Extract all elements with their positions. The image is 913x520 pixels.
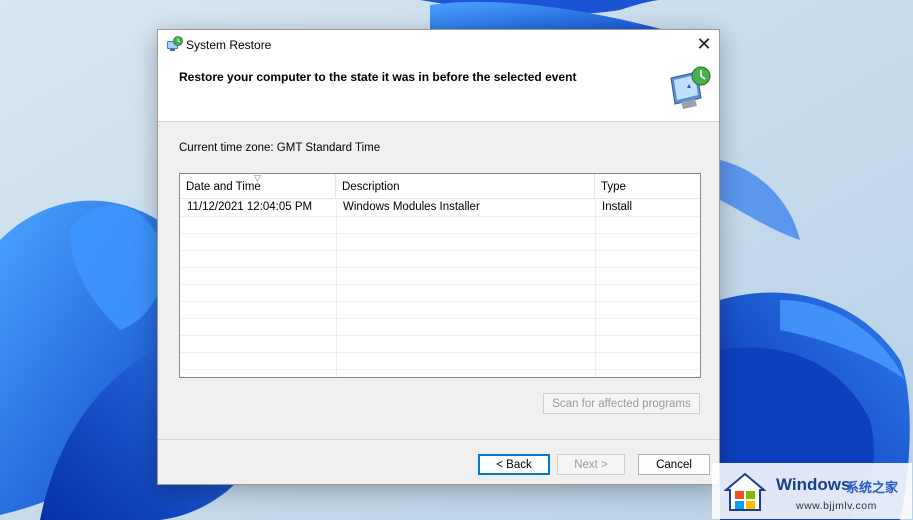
back-button[interactable]: < Back — [478, 454, 550, 475]
column-label-type: Type — [601, 181, 626, 193]
close-icon: ✕ — [696, 34, 712, 54]
cell-type: Install — [602, 201, 633, 213]
sort-arrow-icon: ▽ — [254, 173, 261, 183]
cancel-button[interactable]: Cancel — [638, 454, 710, 475]
system-restore-icon — [167, 36, 183, 51]
empty-row — [180, 216, 700, 234]
watermark-subtitle: 系统之家 — [846, 480, 899, 495]
windows-logo-icon — [724, 472, 766, 511]
footer-divider — [158, 439, 719, 440]
timezone-label: Current time zone: GMT Standard Time — [179, 142, 381, 154]
column-label-date: Date and Time — [186, 181, 261, 193]
column-header-description[interactable]: Description — [336, 174, 595, 198]
system-restore-dialog: System Restore ✕ Restore your computer t… — [157, 29, 720, 485]
title-bar[interactable]: System Restore ✕ — [158, 30, 719, 60]
table-row[interactable]: 11/12/2021 12:04:05 PM Windows Modules I… — [180, 199, 700, 217]
column-label-description: Description — [342, 181, 400, 193]
scan-affected-programs-button[interactable]: Scan for affected programs — [543, 393, 700, 414]
watermark: Windows 系统之家 www.bjjmlv.com — [712, 463, 912, 519]
empty-row — [180, 233, 700, 251]
restore-points-list[interactable]: ▽ Date and Time Description Type 11/12/2… — [179, 173, 701, 378]
restore-monitor-icon — [670, 66, 711, 109]
dialog-title: System Restore — [186, 38, 272, 52]
empty-row — [180, 352, 700, 370]
column-header-date[interactable]: ▽ Date and Time — [180, 174, 336, 198]
empty-row — [180, 250, 700, 268]
wizard-header: Restore your computer to the state it wa… — [158, 60, 719, 122]
watermark-url: www.bjjmlv.com — [796, 500, 877, 512]
watermark-title: Windows — [776, 475, 851, 494]
list-header: ▽ Date and Time Description Type — [180, 174, 700, 199]
close-button[interactable]: ✕ — [689, 30, 719, 60]
cell-date: 11/12/2021 12:04:05 PM — [187, 201, 313, 213]
empty-row — [180, 301, 700, 319]
empty-row — [180, 267, 700, 285]
empty-row — [180, 318, 700, 336]
cell-description: Windows Modules Installer — [343, 201, 480, 213]
empty-row — [180, 284, 700, 302]
empty-row — [180, 335, 700, 353]
page-heading: Restore your computer to the state it wa… — [179, 70, 577, 84]
next-button[interactable]: Next > — [557, 454, 625, 475]
column-header-type[interactable]: Type — [595, 174, 700, 198]
